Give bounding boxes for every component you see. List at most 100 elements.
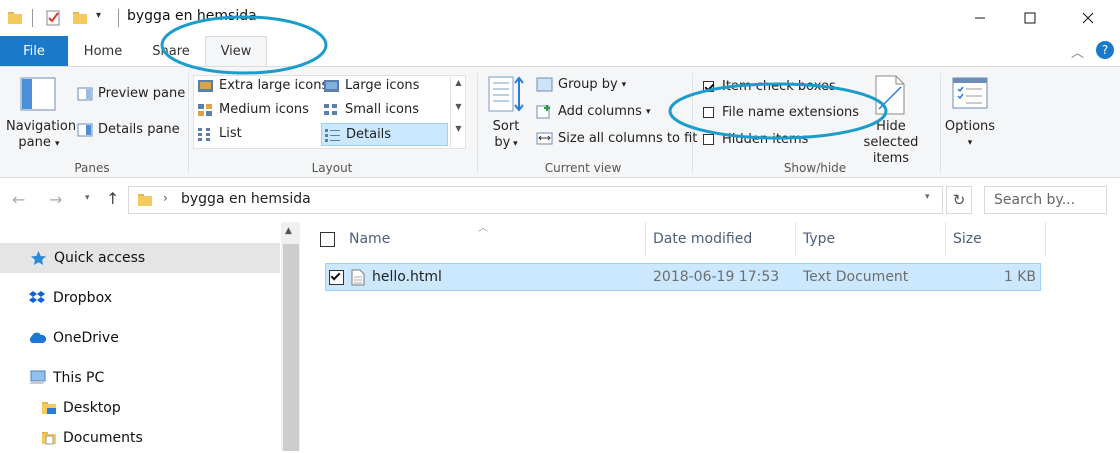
maximize-icon [1024,12,1036,24]
nav-item-quick-access[interactable]: Quick access [0,243,280,273]
nav-item-desktop[interactable]: Desktop [0,393,280,423]
navigation-pane-icon [20,77,56,111]
nav-item-this-pc[interactable]: This PC [0,363,280,393]
file-type-cell: Text Document [803,269,909,285]
maximize-button[interactable] [1007,0,1053,36]
folder-icon [8,12,22,24]
layout-list[interactable]: List [197,126,242,141]
details-pane-icon [77,123,93,136]
nav-item-documents[interactable]: Documents [0,423,280,453]
close-button[interactable] [1065,0,1111,36]
tab-file[interactable]: File [0,36,68,66]
file-name-extensions-checkbox[interactable] [703,107,714,118]
back-arrow-icon[interactable]: ← [12,190,25,209]
item-check-boxes-toggle[interactable]: Item check boxes [703,79,836,94]
column-header-name[interactable]: Name [318,222,648,256]
file-date-cell: 2018-06-19 17:53 [653,269,780,285]
list-view-icon [198,127,210,141]
title-bar: ▾ bygga en hemsida [0,0,1120,36]
ribbon: Navigation pane ▾ Preview pane Details p… [0,66,1120,178]
ribbon-tabs: File Home Share View ︿ ? [0,36,1120,66]
tab-view[interactable]: View [205,36,267,66]
details-view-icon [325,128,340,142]
layout-details[interactable]: Details [321,123,448,146]
nav-item-onedrive[interactable]: OneDrive [0,323,280,353]
chevron-down-icon: ▾ [645,106,651,117]
column-header-type[interactable]: Type [803,222,943,256]
select-all-checkbox[interactable] [320,231,335,247]
star-icon [31,251,46,265]
add-columns-button[interactable]: Add columns ▾ [536,104,650,119]
chevron-down-icon: ▾ [510,139,518,149]
options-button[interactable]: Options ▾ [944,119,996,151]
column-header-size[interactable]: Size [953,222,1043,256]
close-icon [1082,12,1094,24]
document-icon [351,269,365,285]
hide-selected-items-button[interactable]: Hide selected items [850,119,932,167]
layout-medium-icons[interactable]: Medium icons [197,102,309,117]
tab-home[interactable]: Home [74,36,132,66]
show-hide-group-label: Show/hide [783,161,847,175]
chevron-down-icon: ▾ [55,139,60,149]
breadcrumb-folder[interactable]: bygga en hemsida [181,191,311,207]
address-row: ← → ▾ ↑ › bygga en hemsida ▾ ↻ Search by… [0,178,1120,222]
navigation-pane-button[interactable]: Navigation pane ▾ [6,119,76,152]
layout-small-icons[interactable]: Small icons [323,102,419,117]
breadcrumb-chevron-icon[interactable]: › [163,191,168,205]
extra-large-icons-icon [198,79,213,92]
column-header-date[interactable]: Date modified [653,222,793,256]
minimize-icon [975,17,985,19]
folder-icon [138,194,152,206]
hide-selected-items-icon [875,75,905,115]
nav-item-dropbox[interactable]: Dropbox [0,283,280,313]
layout-scroll[interactable]: ▲ ▼ ▼ [450,75,466,149]
address-bar[interactable]: › bygga en hemsida ▾ [128,186,943,214]
address-dropdown-icon[interactable]: ▾ [925,192,930,202]
row-checkbox[interactable] [329,269,344,285]
add-columns-icon [536,105,550,119]
small-icons-icon [324,103,337,115]
layout-extra-large-icons[interactable]: Extra large icons [197,78,328,93]
chevron-down-icon: ▾ [621,79,627,90]
sort-by-icon [488,76,524,112]
help-icon[interactable]: ? [1096,41,1114,59]
window-title: bygga en hemsida [127,8,257,24]
details-pane-button[interactable]: Details pane [77,122,180,137]
up-arrow-icon[interactable]: ↑ [106,189,119,208]
hidden-items-checkbox[interactable] [703,134,714,145]
scroll-up-icon[interactable]: ▲ [451,77,466,89]
file-name-extensions-toggle[interactable]: File name extensions [703,105,859,120]
expand-gallery-icon[interactable]: ▼ [451,123,466,135]
folder-icon [42,402,56,414]
file-name-cell[interactable]: hello.html [329,263,442,291]
forward-arrow-icon[interactable]: → [49,190,62,209]
tab-share[interactable]: Share [142,36,200,66]
properties-icon[interactable] [45,9,62,27]
collapse-ribbon-icon[interactable]: ︿ [1071,42,1084,61]
search-input[interactable]: Search by... [984,186,1107,214]
layout-group-label: Layout [311,161,353,175]
medium-icons-icon [198,103,212,116]
sort-by-button[interactable]: Sort by ▾ [486,119,526,152]
preview-pane-icon [77,87,93,100]
recent-locations-icon[interactable]: ▾ [85,193,90,203]
scroll-up-icon[interactable]: ▲ [285,226,292,236]
chevron-down-icon: ▾ [967,138,973,148]
layout-large-icons[interactable]: Large icons [323,78,419,93]
refresh-button[interactable]: ↻ [946,186,972,214]
item-check-boxes-checkbox[interactable] [703,81,714,92]
scroll-down-icon[interactable]: ▼ [451,101,466,113]
hidden-items-toggle[interactable]: Hidden items [703,132,808,147]
quick-access-dropdown-icon[interactable]: ▾ [96,10,101,21]
nav-scroll-thumb[interactable] [283,244,299,451]
documents-icon [42,432,56,445]
new-folder-icon[interactable] [72,10,88,26]
large-icons-icon [324,79,339,92]
minimize-button[interactable] [957,0,1003,36]
file-size-cell: 1 KB [1003,269,1036,285]
preview-pane-button[interactable]: Preview pane [77,86,185,101]
group-by-icon [536,77,553,92]
group-by-button[interactable]: Group by ▾ [536,77,626,92]
computer-icon [29,370,46,384]
size-all-columns-button[interactable]: Size all columns to fit [536,131,697,146]
